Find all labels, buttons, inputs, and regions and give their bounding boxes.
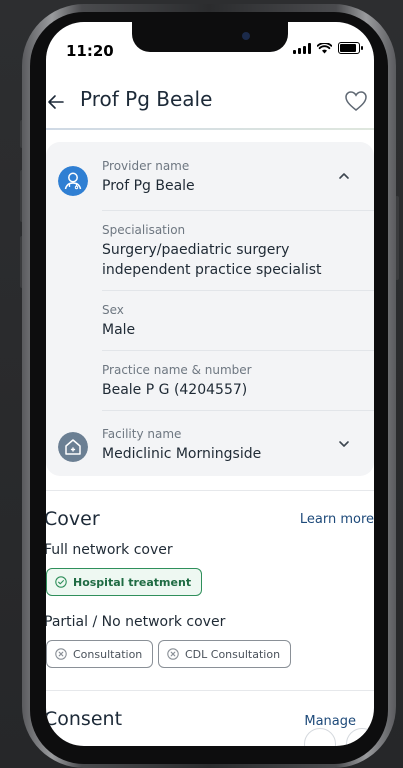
section-divider [46,490,374,491]
back-arrow-icon[interactable] [46,92,66,112]
specialisation-value-line2: independent practice specialist [102,262,322,278]
facility-building-icon [58,432,88,462]
sex-label: Sex [102,303,124,317]
chevron-down-icon[interactable] [338,438,350,450]
page-title: Prof Pg Beale [80,87,213,111]
status-icons [293,42,363,54]
provider-name-label: Provider name [102,159,190,173]
heart-outline-icon[interactable] [344,90,368,112]
practice-value: Beale P G (4204557) [102,382,248,398]
provider-name-value: Prof Pg Beale [102,178,195,194]
chip-cdl-consultation[interactable]: CDL Consultation [158,640,292,668]
notch [132,22,288,52]
chip-label: CDL Consultation [185,647,281,661]
chip-label: Hospital treatment [73,575,192,589]
check-circle-icon [55,576,67,588]
chip-hospital-treatment[interactable]: Hospital treatment [46,568,203,596]
chip-label: Consultation [73,647,143,661]
front-camera [242,32,250,40]
partial-network-cover-title: Partial / No network cover [46,614,226,630]
header-divider [46,128,374,130]
consent-section-title: Consent [46,708,123,730]
wifi-icon [317,42,332,53]
x-circle-icon [167,648,179,660]
provider-details-card: Provider name Prof Pg Beale Specialisati… [46,142,374,476]
section-divider [46,690,374,691]
battery-icon [338,42,363,54]
row-divider [102,290,374,291]
sex-value: Male [102,322,136,338]
practice-label: Practice name & number [102,363,252,377]
floating-action-button[interactable] [346,728,374,746]
status-time: 11:20 [66,42,114,60]
facility-label: Facility name [102,427,182,441]
chip-consultation[interactable]: Consultation [46,640,154,668]
row-divider [102,410,374,411]
facility-row[interactable]: Facility name Mediclinic Morningside [102,426,372,464]
specialisation-label: Specialisation [102,223,186,237]
specialisation-value-line1: Surgery/paediatric surgery [102,242,290,258]
facility-value: Mediclinic Morningside [102,446,262,462]
manage-link[interactable]: Manage [304,714,356,729]
cover-section-title: Cover [46,508,100,530]
provider-doctor-icon [58,166,88,196]
practice-row: Practice name & number Beale P G (420455… [102,362,372,400]
row-divider [102,210,374,211]
x-circle-icon [55,648,67,660]
chevron-up-icon[interactable] [338,170,350,182]
learn-more-link[interactable]: Learn more [300,512,374,527]
phone-screen: 11:20 Prof Pg Beale Provider name Prof P… [46,22,374,746]
full-network-cover-title: Full network cover [46,542,173,558]
provider-name-row[interactable]: Provider name Prof Pg Beale [102,158,372,196]
floating-action-button[interactable] [304,728,336,746]
app-header: Prof Pg Beale [46,84,374,128]
sex-row: Sex Male [102,302,372,340]
row-divider [102,350,374,351]
specialisation-row: Specialisation Surgery/paediatric surger… [102,222,372,280]
signal-icon [293,42,311,54]
